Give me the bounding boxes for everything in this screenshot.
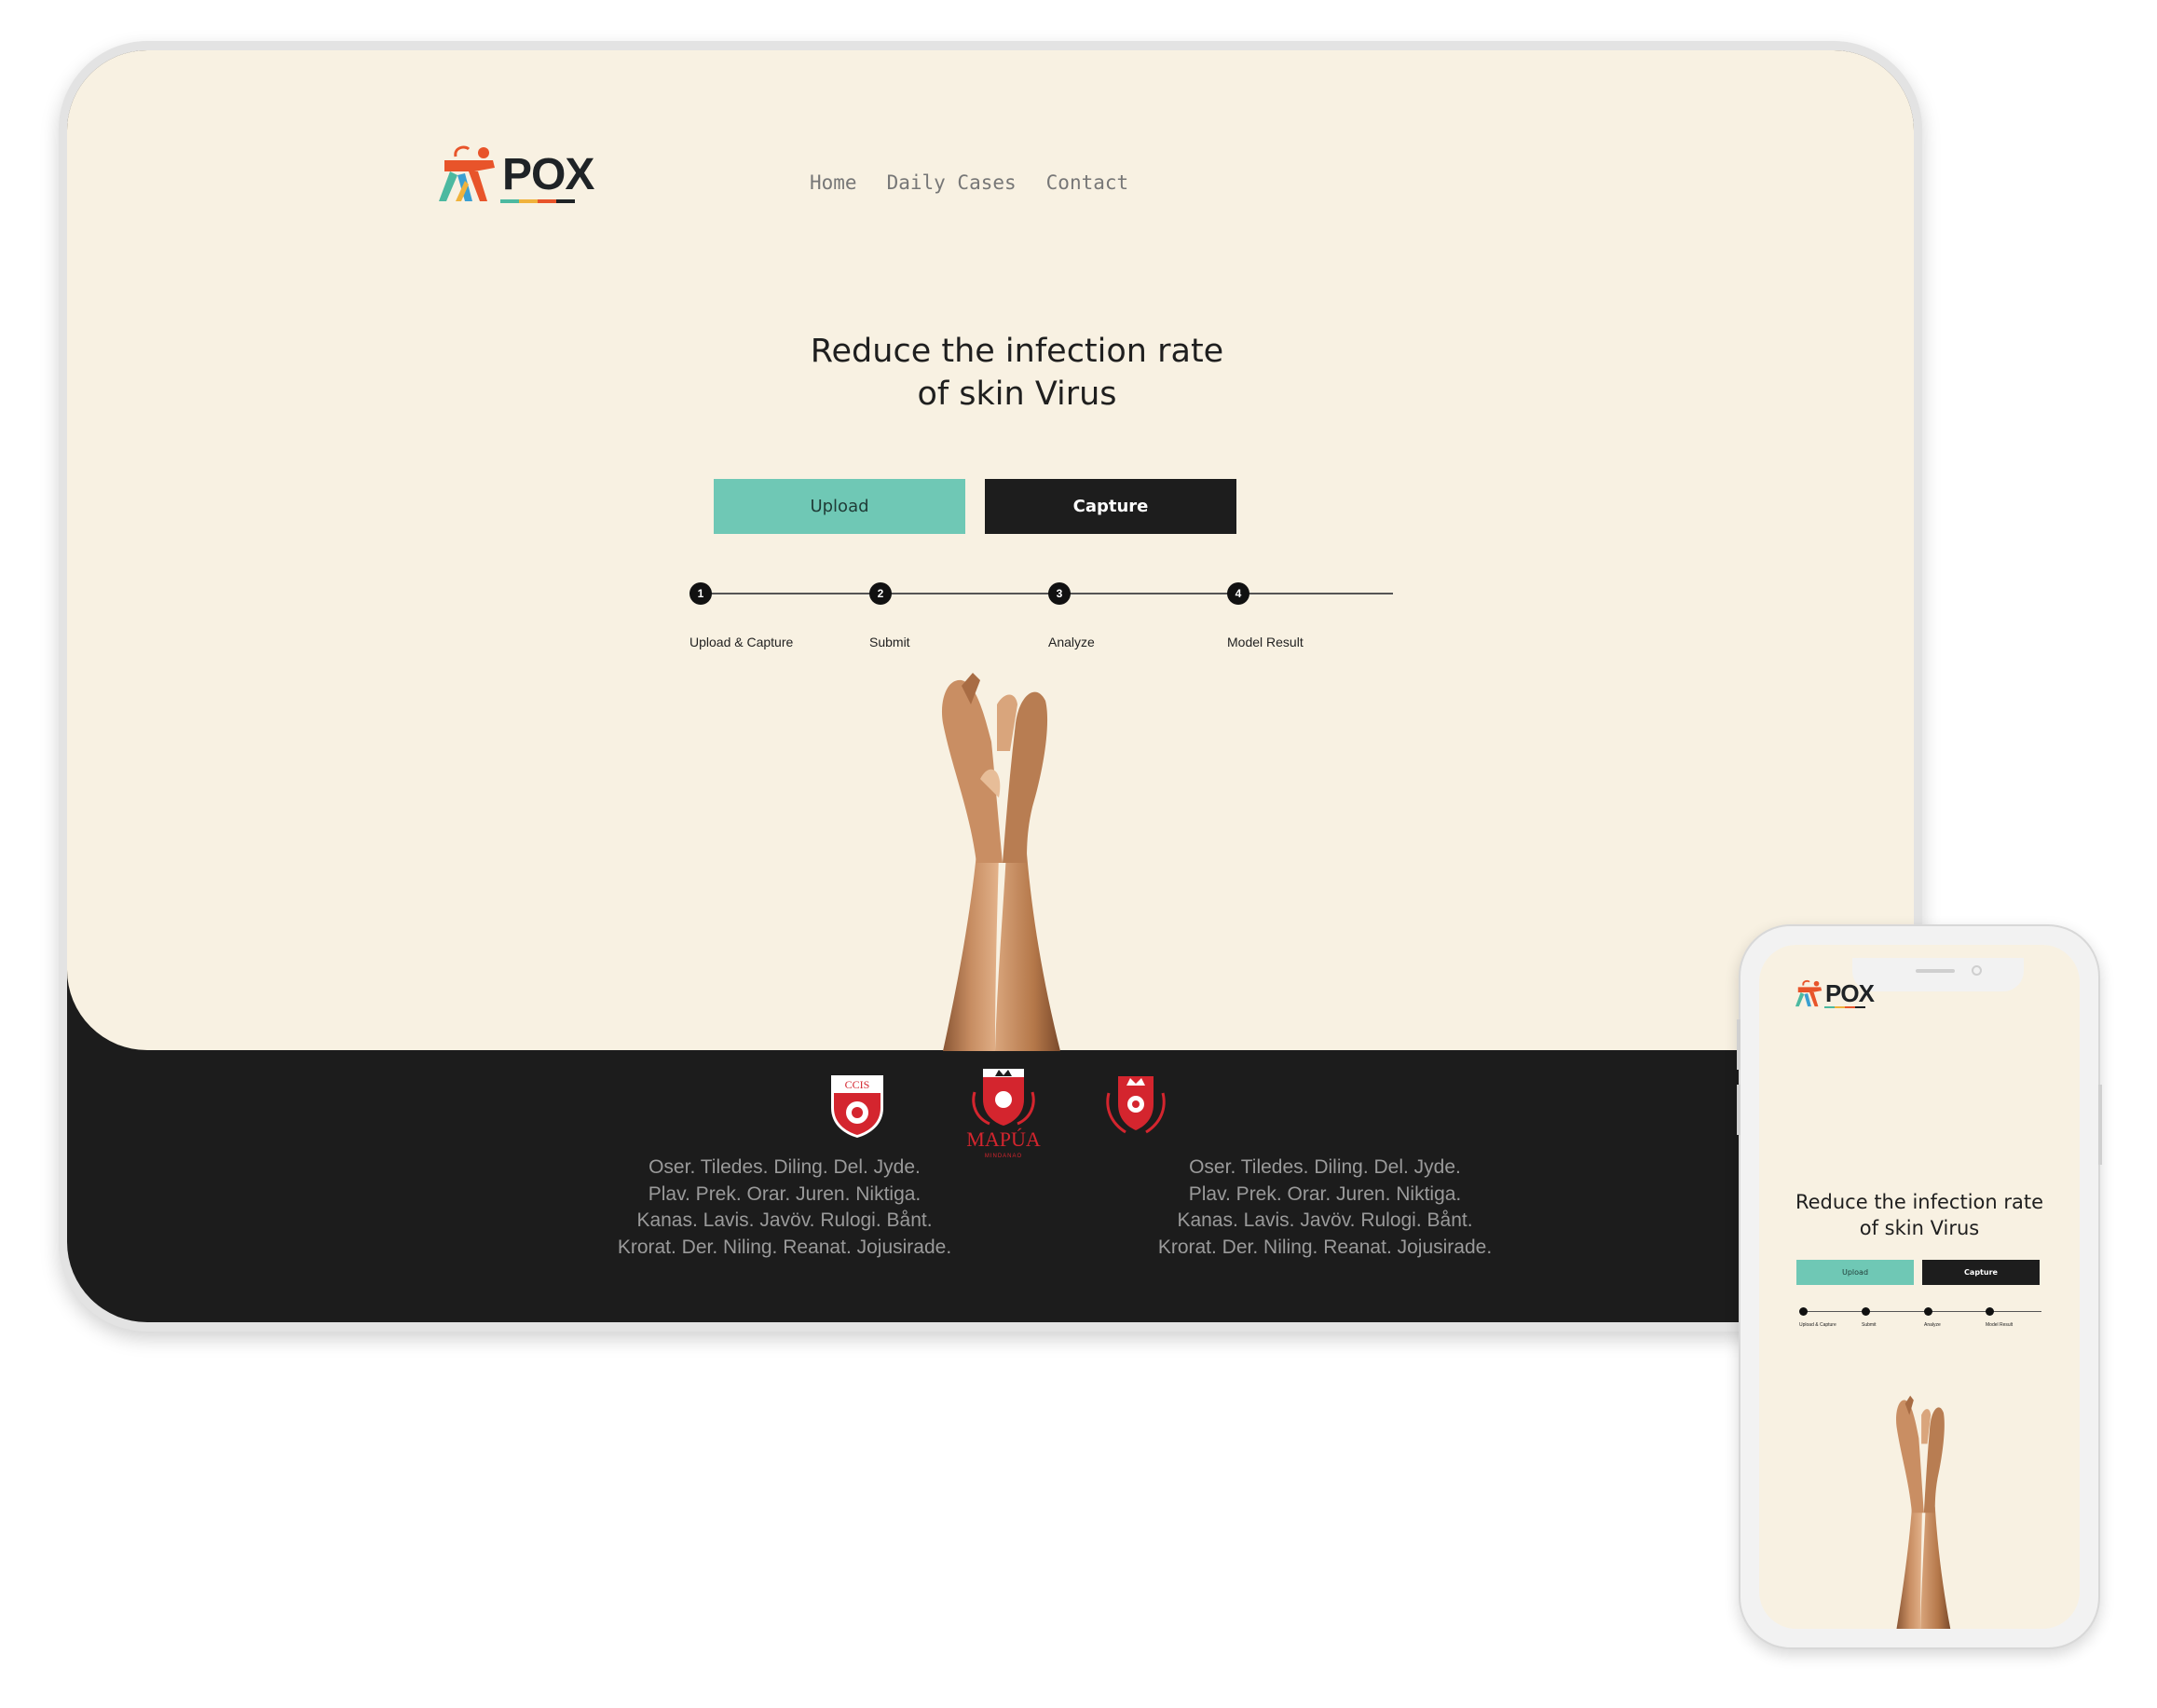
step-3-marker: 3: [1048, 582, 1071, 605]
step-3-label: Analyze: [1048, 635, 1095, 649]
footer-text-right: Oser. Tiledes. Diling. Del. Jyde. Plav. …: [1129, 1155, 1521, 1261]
mobile-step-2-label: Submit: [1862, 1322, 1877, 1328]
mapua-crest-subtext: MINDANAO: [985, 1154, 1022, 1159]
mobile-step-1-marker: [1799, 1307, 1808, 1316]
upload-button[interactable]: Upload: [714, 479, 965, 534]
footer-left-line-1: Oser. Tiledes. Diling. Del. Jyde.: [648, 1156, 921, 1178]
capture-button[interactable]: Capture: [985, 479, 1236, 534]
mobile-brand-logo[interactable]: POX: [1795, 978, 1875, 1008]
desktop-screen: POX Home Daily Cases Contact Reduce the …: [67, 50, 1914, 1322]
phone-notch: [1852, 958, 2024, 991]
footer-text-left: Oser. Tiledes. Diling. Del. Jyde. Plav. …: [589, 1155, 980, 1261]
step-2-marker: 2: [869, 582, 892, 605]
mobile-step-3-marker: [1924, 1307, 1932, 1316]
mobile-headline-line-2: of skin Virus: [1859, 1217, 1980, 1239]
mobile-clasped-hands-image: [1896, 1395, 1951, 1629]
monkey-logo-icon: [439, 145, 495, 201]
footer-right-line-2: Plav. Prek. Orar. Juren. Niktiga.: [1188, 1182, 1462, 1205]
site-footer: CCIS MAPÚA MINDANAO Oser. Tiledes. Dilin…: [67, 1050, 1914, 1322]
hero-section: POX Home Daily Cases Contact Reduce the …: [67, 50, 1914, 1051]
mobile-step-4-marker: [1986, 1307, 1994, 1316]
mobile-step-2-marker: [1862, 1307, 1870, 1316]
phone-side-button: [1737, 1019, 1741, 1070]
mobile-brand-name: POX: [1825, 979, 1875, 1007]
mobile-logo-color-bar: [1824, 1006, 1865, 1008]
mobile-screen: POX Reduce the infection rate of skin Vi…: [1759, 945, 2080, 1629]
mapua-shield-icon[interactable]: [1101, 1073, 1170, 1140]
mobile-progress-steps: Upload & Capture Submit Analyze Model Re…: [1799, 1306, 2041, 1334]
step-4-label: Model Result: [1227, 635, 1304, 649]
headline-line-2: of skin Virus: [917, 376, 1117, 413]
main-nav: Home Daily Cases Contact: [810, 171, 1128, 194]
ccis-crest-text: CCIS: [845, 1078, 870, 1091]
mapua-crest-text: MAPÚA: [966, 1127, 1041, 1151]
nav-contact[interactable]: Contact: [1046, 171, 1129, 194]
mobile-capture-button[interactable]: Capture: [1922, 1260, 2040, 1285]
progress-steps: 1 2 3 4 Upload & Capture Submit Analyze …: [689, 572, 1398, 649]
footer-right-line-1: Oser. Tiledes. Diling. Del. Jyde.: [1189, 1156, 1461, 1178]
hero-headline: Reduce the infection rate of skin Virus: [570, 330, 1464, 416]
step-1-marker: 1: [689, 582, 712, 605]
brand-name: POX: [502, 150, 594, 199]
headline-line-1: Reduce the infection rate: [810, 333, 1224, 370]
phone-camera-icon: [1972, 965, 1982, 976]
step-2-label: Submit: [869, 635, 910, 649]
mobile-monkey-logo-icon: [1795, 979, 1823, 1007]
mapua-crest-icon[interactable]: MAPÚA MINDANAO: [962, 1064, 1045, 1167]
nav-home[interactable]: Home: [810, 171, 857, 194]
ccis-crest-icon[interactable]: CCIS: [828, 1073, 886, 1140]
footer-left-line-2: Plav. Prek. Orar. Juren. Niktiga.: [648, 1182, 922, 1205]
mobile-headline-line-1: Reduce the infection rate: [1795, 1191, 2044, 1213]
brand-logo[interactable]: POX: [437, 143, 594, 203]
mobile-step-1-label: Upload & Capture: [1799, 1322, 1836, 1328]
phone-power-button: [2098, 1085, 2102, 1165]
steps-line: [699, 593, 1393, 594]
phone-side-button-2: [1737, 1085, 1741, 1135]
mobile-device-frame: POX Reduce the infection rate of skin Vi…: [1737, 924, 2102, 1649]
logo-color-bar: [500, 199, 575, 203]
step-1-label: Upload & Capture: [689, 635, 794, 649]
mobile-step-4-label: Model Result: [1986, 1322, 2014, 1328]
mobile-upload-button[interactable]: Upload: [1796, 1260, 1914, 1285]
clasped-hands-image: [941, 673, 1060, 1051]
mobile-hero-headline: Reduce the infection rate of skin Virus: [1759, 1189, 2080, 1241]
footer-left-line-4: Krorat. Der. Niling. Reanat. Jojusirade.: [617, 1236, 952, 1258]
footer-right-line-3: Kanas. Lavis. Javöv. Rulogi. Bånt.: [1177, 1209, 1473, 1231]
mobile-steps-line: [1803, 1311, 2041, 1312]
desktop-device-frame: POX Home Daily Cases Contact Reduce the …: [59, 41, 1922, 1332]
phone-speaker: [1916, 969, 1955, 973]
footer-right-line-4: Krorat. Der. Niling. Reanat. Jojusirade.: [1157, 1236, 1493, 1258]
footer-left-line-3: Kanas. Lavis. Javöv. Rulogi. Bånt.: [636, 1209, 933, 1231]
step-4-marker: 4: [1227, 582, 1249, 605]
nav-daily-cases[interactable]: Daily Cases: [887, 171, 1017, 194]
mobile-step-3-label: Analyze: [1924, 1322, 1941, 1328]
